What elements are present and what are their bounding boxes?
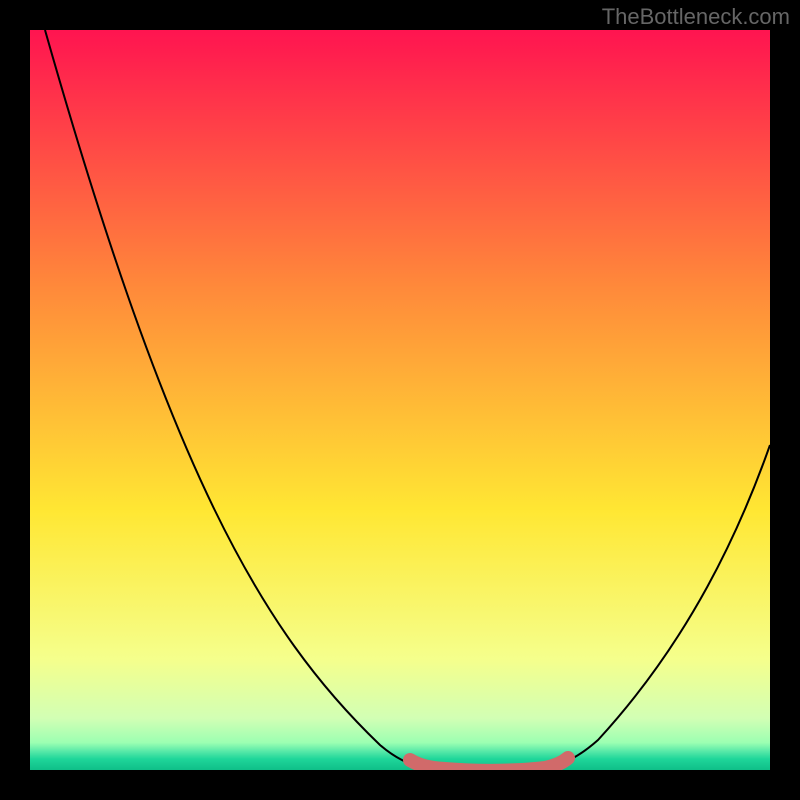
watermark-text: TheBottleneck.com [602, 4, 790, 30]
chart-container: TheBottleneck.com [0, 0, 800, 800]
gradient-background [30, 30, 770, 770]
bottleneck-chart [0, 0, 800, 800]
